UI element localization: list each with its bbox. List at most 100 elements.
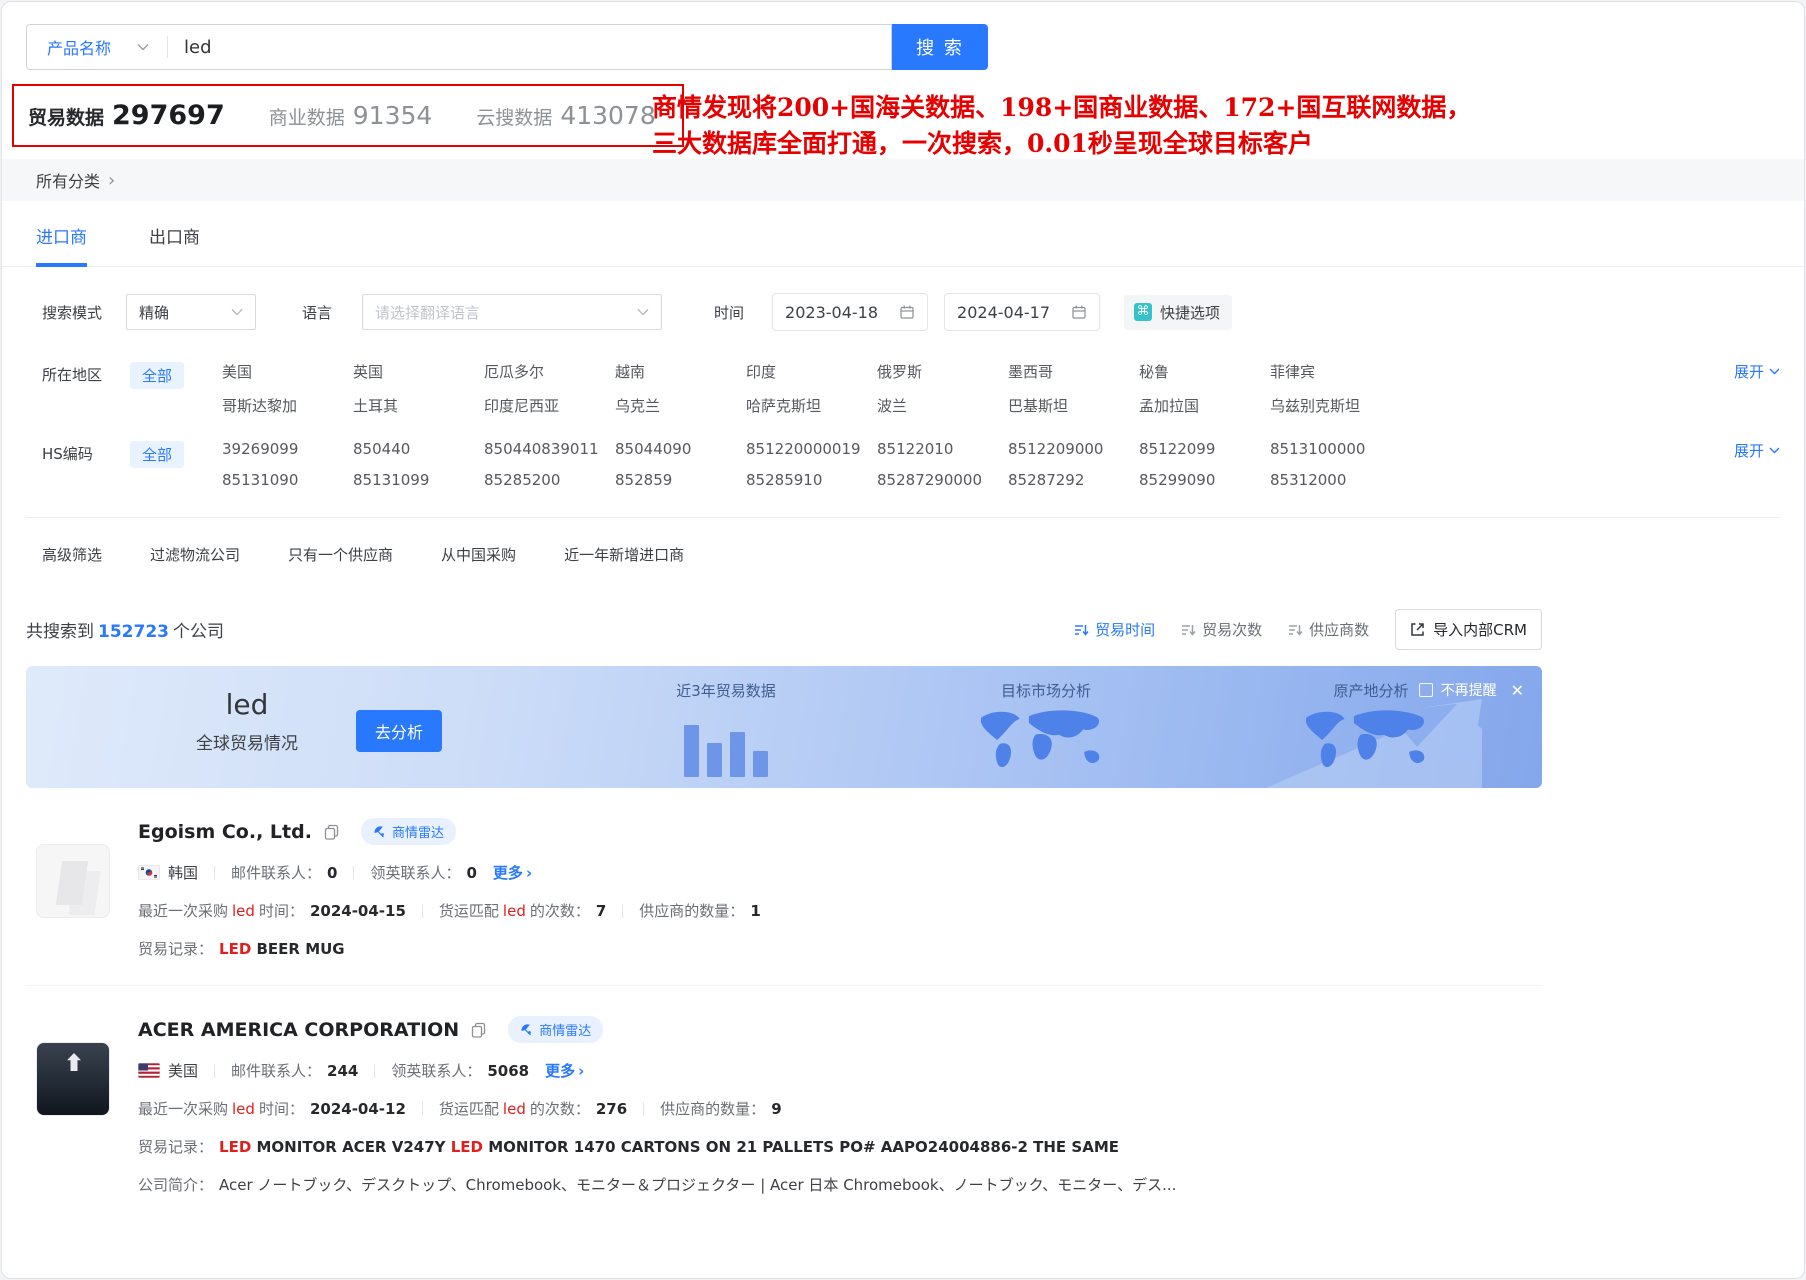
dont-remind-checkbox[interactable] (1419, 683, 1433, 697)
quick-options-button[interactable]: ⌘ 快捷选项 (1124, 295, 1232, 330)
sort-icon (1181, 623, 1196, 637)
more-link[interactable]: 更多› (545, 1060, 584, 1081)
hs-code-option[interactable]: 39269099 (222, 440, 353, 458)
hs-code-option[interactable]: 850440 (353, 440, 484, 458)
hs-code-option[interactable]: 850440839011 (484, 440, 615, 458)
region-all-pill[interactable]: 全部 (130, 362, 184, 389)
hs-code-label: HS编码 (42, 440, 130, 464)
hs-code-option[interactable]: 85131090 (222, 471, 353, 489)
company-name[interactable]: ACER AMERICA CORPORATION (138, 1019, 459, 1041)
trade-data-count: 297697 (112, 100, 225, 131)
hs-code-option[interactable]: 8512209000 (1008, 440, 1139, 458)
analyze-button[interactable]: 去分析 (356, 710, 442, 752)
region-option[interactable]: 俄罗斯 (877, 361, 1008, 382)
search-button[interactable]: 搜 索 (892, 24, 988, 70)
hs-code-option[interactable]: 85299090 (1139, 471, 1270, 489)
more-link[interactable]: 更多› (493, 862, 532, 883)
from-china-link[interactable]: 从中国采购 (441, 544, 516, 565)
region-option[interactable]: 厄瓜多尔 (484, 361, 615, 382)
region-option[interactable]: 印度 (746, 361, 877, 382)
hs-code-option[interactable]: 85131099 (353, 471, 484, 489)
top-search-panel: 产品名称 搜 索 贸易数据 297697 商业数据 91354 云搜数据 (2, 2, 1804, 147)
hs-code-option[interactable]: 85287290000 (877, 471, 1008, 489)
banner-subtitle: 全球贸易情况 (196, 729, 298, 754)
hs-code-option[interactable]: 85122010 (877, 440, 1008, 458)
region-option[interactable]: 秘鲁 (1139, 361, 1270, 382)
banner-chart-block: 近3年贸易数据 (646, 680, 806, 777)
region-option[interactable]: 波兰 (877, 395, 1008, 416)
tab-exporters[interactable]: 出口商 (149, 201, 200, 266)
import-crm-button[interactable]: 导入内部CRM (1395, 609, 1542, 650)
sort-trade-count[interactable]: 贸易次数 (1181, 619, 1262, 640)
tab-trade-data[interactable]: 贸易数据 297697 (28, 100, 225, 131)
search-mode-select[interactable]: 精确 (126, 294, 256, 330)
calendar-icon (1071, 304, 1087, 320)
region-options: 美国哥斯达黎加 英国土耳其 厄瓜多尔印度尼西亚 越南乌克兰 印度哈萨克斯坦 俄罗… (222, 361, 1730, 416)
sort-trade-time[interactable]: 贸易时间 (1074, 619, 1155, 640)
end-date-input[interactable]: 2024-04-17 (944, 293, 1100, 331)
region-option[interactable]: 土耳其 (353, 395, 484, 416)
copy-icon[interactable] (471, 1022, 486, 1038)
company-logo[interactable] (36, 844, 110, 918)
region-option[interactable]: 越南 (615, 361, 746, 382)
filter-area: 搜索模式 精确 语言 请选择翻译语言 时间 2023-04-18 2024-04… (2, 267, 1804, 591)
single-supplier-link[interactable]: 只有一个供应商 (288, 544, 393, 565)
company-logo[interactable] (36, 1042, 110, 1116)
hs-code-option[interactable]: 851220000019 (746, 440, 877, 458)
hs-code-option[interactable]: 85312000 (1270, 471, 1401, 489)
import-icon (1410, 622, 1425, 637)
mini-bar-chart (646, 709, 806, 777)
product-category-select[interactable]: 产品名称 (27, 35, 167, 59)
start-date-input[interactable]: 2023-04-18 (772, 293, 928, 331)
region-option[interactable]: 巴基斯坦 (1008, 395, 1139, 416)
trade-analysis-banner[interactable]: led 全球贸易情况 去分析 近3年贸易数据 目标市场分析 (26, 666, 1542, 788)
region-option[interactable]: 墨西哥 (1008, 361, 1139, 382)
copy-icon[interactable] (324, 824, 339, 840)
region-option[interactable]: 美国 (222, 361, 353, 382)
hs-all-pill[interactable]: 全部 (130, 441, 184, 468)
tab-business-data[interactable]: 商业数据 91354 (269, 101, 433, 130)
radar-badge[interactable]: 商情雷达 (361, 818, 456, 845)
hs-code-option[interactable]: 85287292 (1008, 471, 1139, 489)
hs-code-option[interactable]: 85285910 (746, 471, 877, 489)
recent-purchase: 最近一次采购led时间：2024-04-12 (138, 1098, 406, 1119)
sort-supplier-count[interactable]: 供应商数 (1288, 619, 1369, 640)
trade-record: 贸易记录： LED BEER MUG (138, 938, 1532, 959)
new-importers-link[interactable]: 近一年新增进口商 (564, 544, 684, 565)
hs-code-option[interactable]: 85285200 (484, 471, 615, 489)
hs-code-option[interactable]: 852859 (615, 471, 746, 489)
quick-filter-links: 高级筛选 过滤物流公司 只有一个供应商 从中国采购 近一年新增进口商 (42, 544, 1780, 565)
recent-purchase: 最近一次采购led时间：2024-04-15 (138, 900, 406, 921)
region-expand-link[interactable]: 展开 (1734, 361, 1780, 382)
region-option[interactable]: 英国 (353, 361, 484, 382)
tab-cloud-data[interactable]: 云搜数据 413078 (476, 101, 655, 130)
all-categories-label: 所有分类 (36, 168, 100, 192)
chart-title: 近3年贸易数据 (646, 680, 806, 701)
chevron-down-icon (231, 308, 243, 316)
language-select[interactable]: 请选择翻译语言 (362, 294, 662, 330)
company-name[interactable]: Egoism Co., Ltd. (138, 821, 312, 843)
region-option[interactable]: 菲律宾 (1270, 361, 1401, 382)
region-option[interactable]: 哈萨克斯坦 (746, 395, 877, 416)
breadcrumb[interactable]: 所有分类 › (2, 159, 1804, 201)
region-option[interactable]: 乌兹别克斯坦 (1270, 395, 1401, 416)
tab-importers[interactable]: 进口商 (36, 201, 87, 266)
language-label: 语言 (302, 302, 332, 323)
region-option[interactable]: 孟加拉国 (1139, 395, 1270, 416)
banner-keyword: led (196, 690, 298, 721)
region-option[interactable]: 乌克兰 (615, 395, 746, 416)
hs-code-expand-link[interactable]: 展开 (1734, 440, 1780, 461)
hs-code-option[interactable]: 85122099 (1139, 440, 1270, 458)
region-option[interactable]: 印度尼西亚 (484, 395, 615, 416)
filter-logistics-link[interactable]: 过滤物流公司 (150, 544, 240, 565)
search-input[interactable] (168, 37, 891, 58)
radar-badge[interactable]: 商情雷达 (508, 1016, 603, 1043)
region-option[interactable]: 哥斯达黎加 (222, 395, 353, 416)
hs-code-option[interactable]: 85044090 (615, 440, 746, 458)
hs-code-option[interactable]: 8513100000 (1270, 440, 1401, 458)
banner-keyword-block: led 全球贸易情况 (196, 690, 298, 754)
close-icon[interactable]: ✕ (1511, 681, 1524, 700)
linkedin-contacts: 领英联系人：5068 (391, 1060, 529, 1081)
advanced-filter-link[interactable]: 高级筛选 (42, 544, 102, 565)
cloud-data-count: 413078 (560, 101, 655, 130)
